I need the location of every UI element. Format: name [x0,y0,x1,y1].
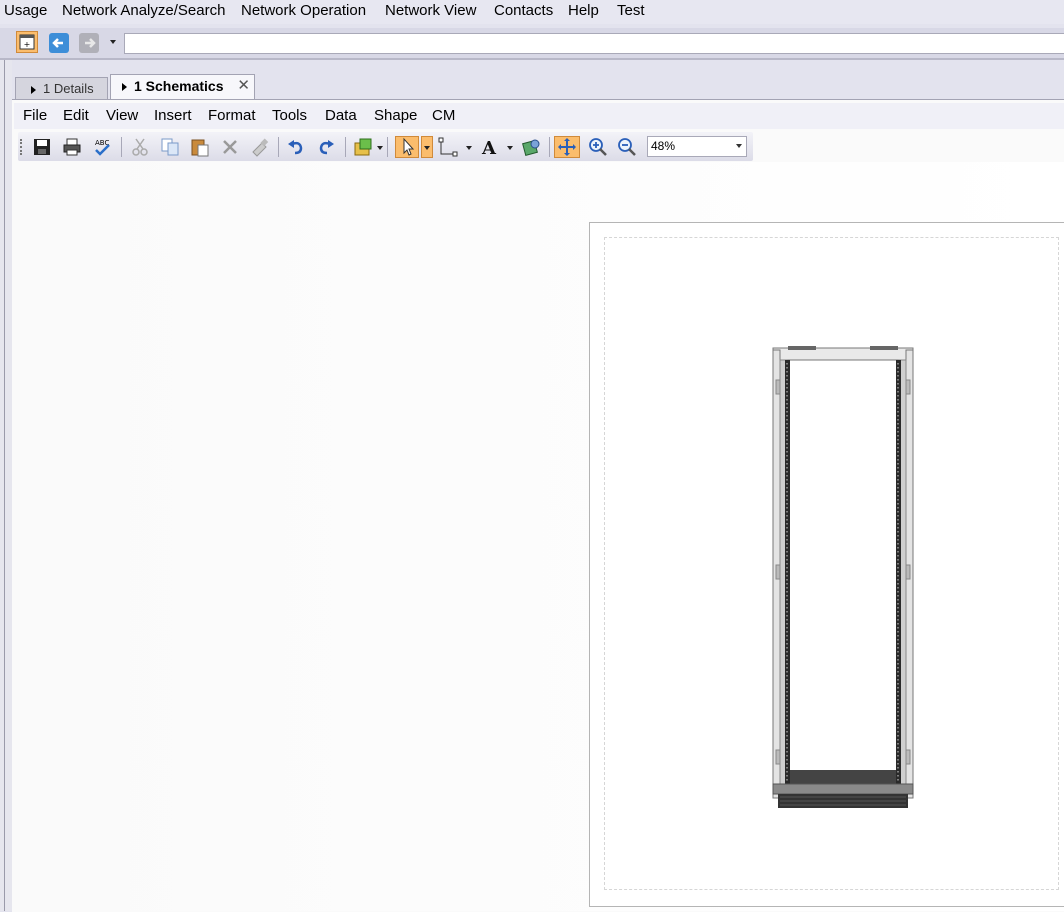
tab-schematics[interactable]: 1 Schematics ✕ [110,74,255,101]
insert-shapes-icon[interactable] [353,137,373,157]
left-splitter[interactable] [0,60,12,911]
history-dropdown-icon[interactable] [110,40,116,44]
toolbar-separator [387,137,388,157]
home-button[interactable]: + [16,31,38,53]
back-arrow-icon [49,33,69,53]
toolbar-separator [345,137,346,157]
svg-text:A: A [481,138,497,157]
pointer-tool-button[interactable] [395,136,419,158]
menu-network-operation[interactable]: Network Operation [241,2,366,20]
document-tabs: 1 Details 1 Schematics ✕ [12,74,1064,101]
menu-file[interactable]: File [23,107,47,124]
pan-icon [558,138,576,156]
format-painter-icon[interactable] [250,137,270,157]
pan-tool-button[interactable] [554,136,580,158]
zoom-out-icon[interactable] [617,137,637,157]
toolbar-grip[interactable] [20,139,24,155]
chevron-down-icon [736,144,742,148]
shape-layer-icon[interactable] [521,137,541,157]
menu-network-analyze-search[interactable]: Network Analyze/Search [62,2,225,20]
expand-arrow-icon [122,83,127,92]
forward-button[interactable] [78,32,100,54]
menu-cm[interactable]: CM [432,107,455,124]
tab-schematics-label: 1 Schematics [134,78,224,94]
pointer-icon [403,137,415,156]
menu-usage[interactable]: Usage [4,2,47,20]
menu-shape[interactable]: Shape [374,107,417,124]
window-icon: + [19,34,35,50]
spell-check-icon[interactable]: ABC [92,137,112,157]
menu-network-view[interactable]: Network View [385,2,476,20]
copy-icon[interactable] [160,137,180,157]
save-icon[interactable] [32,137,52,157]
forward-arrow-icon [79,33,99,53]
tab-details[interactable]: 1 Details [15,77,108,101]
toolbar-separator [278,137,279,157]
menu-format[interactable]: Format [208,107,256,124]
print-icon[interactable] [62,137,82,157]
splitter-line [4,60,5,911]
shapes-dropdown-icon[interactable] [377,146,383,150]
connector-dropdown-icon[interactable] [466,146,472,150]
zoom-in-icon[interactable] [588,137,608,157]
menu-view[interactable]: View [106,107,138,124]
toolbar-separator [549,137,550,157]
main-menu-bar: Usage Network Analyze/Search Network Ope… [0,0,1064,24]
zoom-select[interactable]: 48% [647,136,747,157]
menu-data[interactable]: Data [325,107,357,124]
zoom-value: 48% [651,139,676,153]
svg-text:+: + [24,40,31,49]
expand-arrow-icon [31,85,36,94]
menu-contacts[interactable]: Contacts [494,2,553,20]
menu-help[interactable]: Help [568,2,599,20]
chevron-down-icon [424,146,430,150]
text-dropdown-icon[interactable] [507,146,513,150]
server-rack-shape[interactable] [770,345,916,813]
address-input[interactable] [124,33,1064,54]
undo-icon[interactable] [286,137,306,157]
close-tab-icon[interactable]: ✕ [237,75,250,97]
toolbar-divider [0,58,1064,60]
text-tool-icon[interactable]: A [479,137,499,157]
back-button[interactable] [48,32,70,54]
menu-test[interactable]: Test [617,2,645,20]
paste-icon[interactable] [190,137,210,157]
drawing-toolbar: ABC A [18,132,753,161]
menu-tools[interactable]: Tools [272,107,307,124]
menu-insert[interactable]: Insert [154,107,192,124]
toolbar-separator [121,137,122,157]
pointer-dropdown[interactable] [421,136,433,158]
menu-edit[interactable]: Edit [63,107,89,124]
document-menu-bar: File Edit View Insert Format Tools Data … [14,103,1064,129]
delete-icon[interactable] [220,137,240,157]
redo-icon[interactable] [316,137,336,157]
tab-details-label: 1 Details [43,81,94,96]
connector-icon[interactable] [438,137,458,157]
cut-icon[interactable] [130,137,150,157]
